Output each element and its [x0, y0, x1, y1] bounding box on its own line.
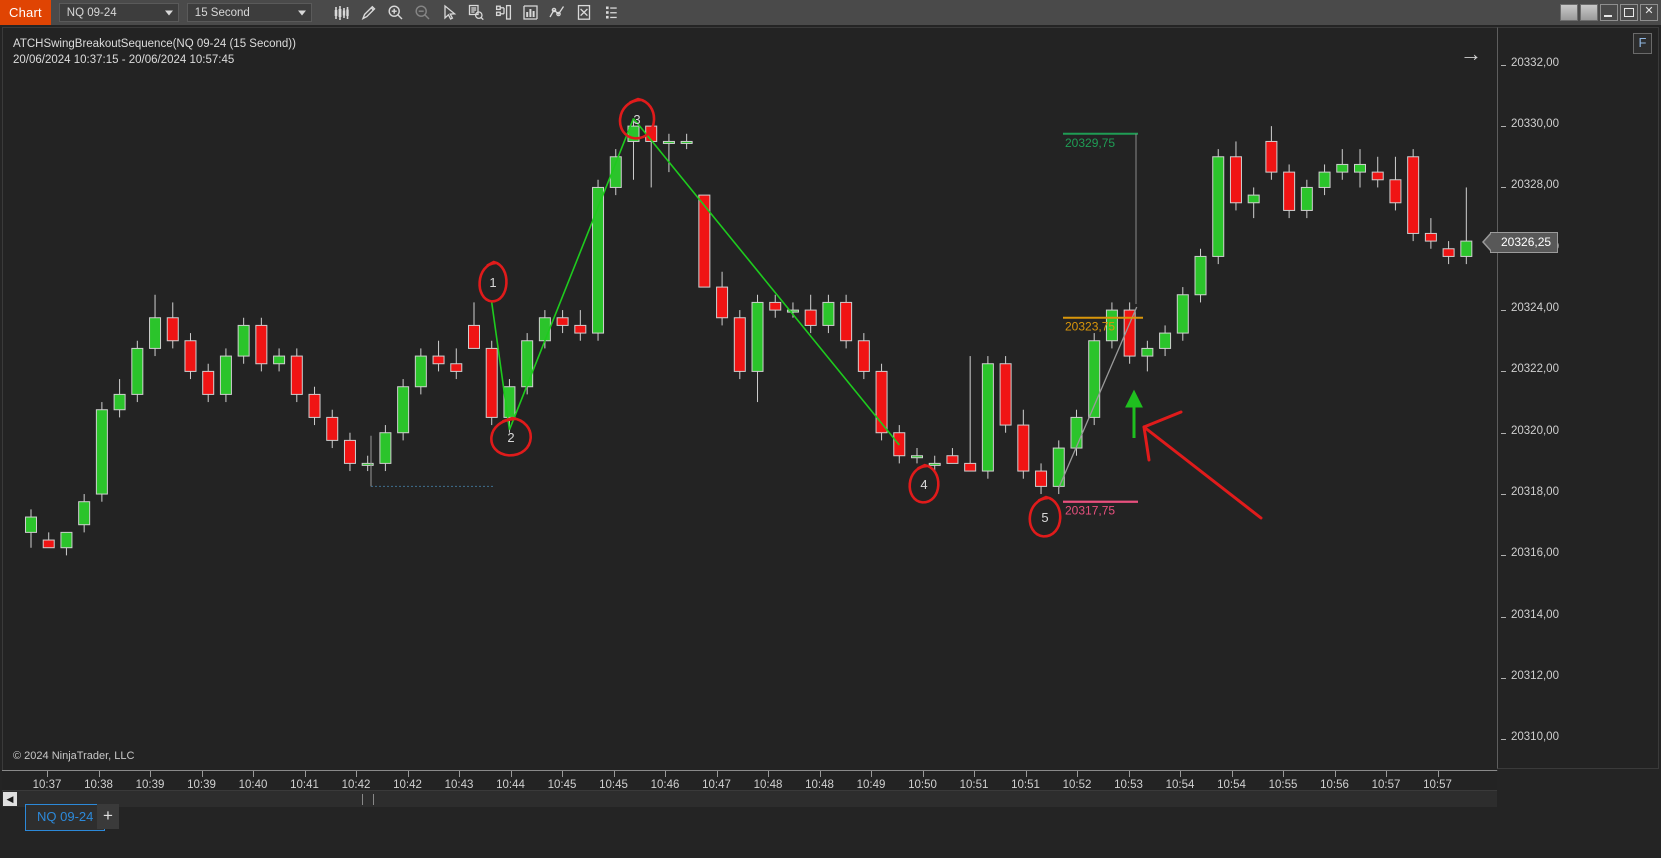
target-line-label: 20329,75 [1065, 136, 1115, 150]
annotation-pointer-arrow [1142, 410, 1263, 520]
annotation-label-5: 5 [1041, 510, 1048, 525]
window-controls: ✕ [1560, 0, 1658, 25]
bar-type-icon[interactable] [328, 1, 355, 24]
cursor-pointer-icon[interactable] [436, 1, 463, 24]
annotation-label-3: 3 [633, 112, 640, 127]
candlestick-series [25, 118, 1473, 556]
drawing-pencil-icon[interactable] [355, 1, 382, 24]
more-options-icon[interactable] [598, 1, 625, 24]
chart-canvas[interactable]: ATCHSwingBreakoutSequence(NQ 09-24 (15 S… [2, 27, 1498, 771]
scroll-left-button[interactable]: ◀ [3, 792, 17, 806]
restore-down-button[interactable] [1560, 4, 1578, 21]
document-tab-bar: NQ 09-24 + [0, 804, 1661, 858]
price-plot: 20329,75 20323,75 20317,75 1 2 3 4 5 [25, 97, 1473, 556]
entry-signal-arrow [1125, 389, 1143, 438]
tab-group-button[interactable] [1580, 4, 1598, 21]
toolbar-icon-group [328, 1, 625, 24]
chart-menu-button[interactable]: Chart [0, 0, 51, 25]
chart-frame: ATCHSwingBreakoutSequence(NQ 09-24 (15 S… [0, 25, 1661, 858]
axis-fit-button[interactable]: F [1633, 33, 1652, 54]
indicators-icon[interactable] [517, 1, 544, 24]
annotation-label-4: 4 [920, 477, 927, 492]
zoom-out-icon[interactable] [409, 1, 436, 24]
scrollbar-grip[interactable] [362, 794, 374, 805]
chart-properties-icon[interactable] [490, 1, 517, 24]
chevron-down-icon [297, 10, 306, 15]
tab-nq-09-24[interactable]: NQ 09-24 [25, 804, 106, 831]
templates-icon[interactable] [571, 1, 598, 24]
strategies-icon[interactable] [544, 1, 571, 24]
chart-toolbar: Chart NQ 09-24 15 Second ✕ [0, 0, 1661, 26]
stop-line-label: 20317,75 [1065, 504, 1115, 518]
close-button[interactable]: ✕ [1640, 4, 1658, 21]
last-price-marker: 20326,25 [1481, 231, 1559, 253]
ninjatrader-chart-window: Chart NQ 09-24 15 Second ✕ ATCHSwingBrea… [0, 0, 1661, 858]
zoom-in-icon[interactable] [382, 1, 409, 24]
entry-line-label: 20323,75 [1065, 320, 1115, 334]
minimize-button[interactable] [1600, 4, 1618, 21]
instrument-value: NQ 09-24 [66, 6, 117, 19]
data-series-icon[interactable] [463, 1, 490, 24]
maximize-button[interactable] [1620, 4, 1638, 21]
instrument-selector[interactable]: NQ 09-24 [58, 3, 179, 22]
horizontal-scrollbar[interactable]: ◀ [2, 790, 1497, 807]
price-axis[interactable]: F 20332,0020330,0020328,0020326,0020324,… [1481, 27, 1659, 769]
annotation-label-2: 2 [507, 430, 514, 445]
interval-value: 15 Second [194, 6, 250, 19]
annotation-label-1: 1 [489, 275, 496, 290]
add-tab-button[interactable]: + [97, 804, 119, 829]
chevron-down-icon [164, 10, 173, 15]
interval-selector[interactable]: 15 Second [186, 3, 312, 22]
